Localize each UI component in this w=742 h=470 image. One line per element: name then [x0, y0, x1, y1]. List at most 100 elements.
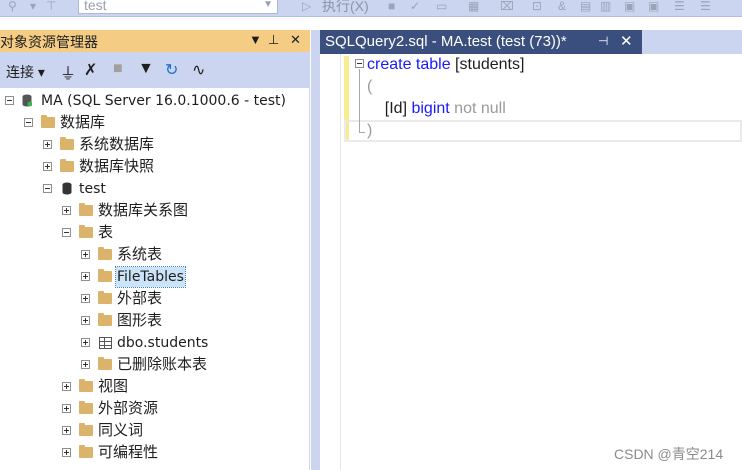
window-position-dropdown-icon[interactable]: ▼: [249, 32, 262, 47]
database-icon: [62, 182, 72, 195]
expand-icon[interactable]: [43, 162, 52, 171]
display-plan-icon[interactable]: ⌧: [500, 0, 514, 12]
editor-gutter: [320, 54, 341, 470]
query-stats-icon[interactable]: ⊡: [532, 0, 542, 12]
tree-node-label: 已删除账本表: [117, 356, 208, 373]
tree-node-label: 数据库快照: [79, 158, 155, 175]
outline-line-end: [359, 132, 365, 133]
results-grid-icon[interactable]: ▦: [468, 0, 479, 12]
folder-icon: [79, 203, 93, 216]
filter-icon[interactable]: ⊤: [46, 0, 56, 12]
tree-node-label: 可编程性: [98, 444, 159, 461]
client-stats-icon[interactable]: &: [558, 0, 566, 12]
folder-icon: [41, 115, 55, 128]
tree-node-label: test: [79, 181, 106, 197]
database-select-value: test: [84, 0, 107, 13]
expand-icon[interactable]: [62, 448, 71, 457]
filter-icon[interactable]: ▼: [138, 60, 154, 78]
tree-node-label: 数据库: [60, 114, 106, 131]
close-icon[interactable]: ✕: [290, 32, 301, 48]
object-explorer-title: 对象资源管理器: [0, 34, 98, 50]
expand-icon[interactable]: [81, 272, 90, 281]
disconnect-icon[interactable]: ✗: [84, 60, 97, 80]
code-constraint: not null: [449, 100, 506, 117]
folder-icon: [79, 445, 93, 458]
expand-icon[interactable]: [62, 206, 71, 215]
connect-button[interactable]: 连接 ▾: [6, 62, 45, 82]
tree-node-label: dbo.students: [117, 335, 209, 351]
query-tab[interactable]: SQLQuery2.sql - MA.test (test (73))* ⊣ ✕: [320, 30, 642, 54]
stop-icon[interactable]: ■: [113, 60, 123, 78]
code-line-1: create table [students]: [367, 54, 524, 76]
query-editor[interactable]: create table [students] ( [Id] bigint no…: [320, 54, 742, 470]
folder-icon: [98, 269, 112, 282]
pin-icon[interactable]: ⊣: [598, 34, 608, 48]
outline-line: [359, 69, 360, 132]
dropdown-icon[interactable]: ▾: [30, 0, 36, 12]
expand-icon[interactable]: [81, 338, 90, 347]
expand-icon[interactable]: [62, 404, 71, 413]
connect-plug-icon[interactable]: ⏚: [60, 60, 76, 84]
outline-collapse-icon[interactable]: [355, 59, 364, 68]
expand-icon[interactable]: [81, 360, 90, 369]
code-identifier: [Id]: [367, 100, 412, 117]
table-icon: [99, 337, 112, 349]
panel-splitter[interactable]: [311, 30, 320, 470]
tree-node-label: 数据库关系图: [98, 202, 189, 219]
expand-icon[interactable]: [81, 250, 90, 259]
watermark: CSDN @青空214: [614, 446, 724, 462]
code-type: bigint: [411, 100, 450, 117]
code-identifier: [students]: [450, 56, 525, 73]
object-explorer-tree: MA (SQL Server 16.0.1000.6 - test) 数据库 系…: [0, 88, 310, 470]
tree-node-label: 同义词: [98, 422, 144, 439]
pin-icon[interactable]: ⚲: [8, 0, 17, 12]
close-icon[interactable]: ✕: [620, 32, 633, 50]
tree-node-label: 图形表: [117, 312, 163, 329]
collapse-icon[interactable]: [62, 228, 71, 237]
connect-label: 连接: [6, 64, 34, 80]
folder-icon: [79, 225, 93, 238]
folder-icon: [60, 159, 74, 172]
pin-icon[interactable]: ⊥: [268, 32, 279, 48]
execute-button[interactable]: 执行(X): [322, 0, 369, 16]
object-explorer-titlebar: 对象资源管理器 ▼ ⊥ ✕: [0, 30, 310, 52]
results-file-icon[interactable]: ▥: [600, 0, 611, 12]
expand-icon[interactable]: [43, 140, 52, 149]
folder-icon: [79, 401, 93, 414]
database-select[interactable]: test ▼: [78, 0, 278, 14]
collapse-icon[interactable]: [24, 118, 33, 127]
folder-icon: [79, 379, 93, 392]
outdent-icon[interactable]: ☰: [700, 0, 711, 12]
tree-node-label: 外部资源: [98, 400, 159, 417]
collapse-icon[interactable]: [43, 184, 52, 193]
tree-node-label: 系统表: [117, 246, 163, 263]
refresh-icon[interactable]: ↻: [165, 60, 178, 80]
object-explorer-toolbar: 连接 ▾ ⏚ ✗ ■ ▼ ↻ ∿: [0, 52, 310, 88]
code-line-4: ): [367, 122, 373, 139]
expand-icon[interactable]: [81, 316, 90, 325]
code-line-3: [Id] bigint not null: [367, 98, 506, 120]
tree-node-label: 外部表: [117, 290, 163, 307]
expand-icon[interactable]: [81, 294, 90, 303]
folder-icon: [79, 423, 93, 436]
folder-icon: [98, 313, 112, 326]
server-icon: [22, 94, 32, 107]
indent-icon[interactable]: ☰: [674, 0, 685, 12]
expand-icon[interactable]: [62, 382, 71, 391]
results-text-icon[interactable]: ▤: [580, 0, 591, 12]
tree-node-label: MA (SQL Server 16.0.1000.6 - test): [41, 93, 286, 109]
folder-icon: [60, 137, 74, 150]
chevron-down-icon: ▼: [263, 0, 273, 10]
comment-icon[interactable]: ▣: [624, 0, 635, 12]
stop-icon[interactable]: ■: [388, 0, 395, 12]
document-tab-strip: SQLQuery2.sql - MA.test (test (73))* ⊣ ✕: [320, 30, 742, 54]
activity-monitor-icon[interactable]: ∿: [192, 60, 205, 80]
uncomment-icon[interactable]: ▣: [648, 0, 659, 12]
collapse-icon[interactable]: [5, 96, 14, 105]
object-explorer-panel: 对象资源管理器 ▼ ⊥ ✕ 连接 ▾ ⏚ ✗ ■ ▼ ↻ ∿ MA (SQL S…: [0, 30, 310, 470]
check-icon[interactable]: ✓: [410, 0, 420, 12]
execute-play-icon[interactable]: ▷: [302, 0, 311, 12]
current-line-highlight: [344, 120, 742, 142]
expand-icon[interactable]: [62, 426, 71, 435]
query-options-icon[interactable]: ▭: [436, 0, 447, 12]
